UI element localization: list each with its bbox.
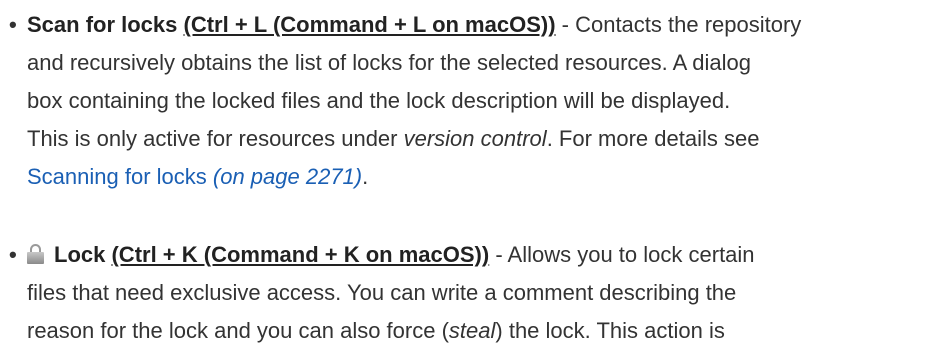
lock-icon [27,244,44,264]
text-line: Scan for locks (Ctrl + L (Command + L on… [27,6,922,44]
description-text: . [362,164,369,189]
bullet-icon: • [9,242,17,267]
emphasis-text: version control [403,126,547,151]
documentation-page: • Scan for locks (Ctrl + L (Command + L … [0,0,929,363]
command-name: Scan for locks [27,12,178,37]
list-item-lock: • Lock (Ctrl + K (Command + K on macOS))… [0,236,922,350]
description-text: ) the lock. This action is [495,318,725,343]
shortcut-text: (Ctrl + L (Command + L on macOS)) [183,12,556,37]
text-line: reason for the lock and you can also for… [27,312,922,350]
shortcut-text: (Ctrl + K (Command + K on macOS)) [111,242,490,267]
description-text: . For more details see [546,126,760,151]
text-line: files that need exclusive access. You ca… [27,280,737,305]
text-line: Lock (Ctrl + K (Command + K on macOS)) -… [27,236,922,274]
description-text: - Contacts the repository [555,12,802,37]
text-line: Scanning for locks (on page 2271). [27,158,922,196]
bullet-icon: • [9,12,17,37]
description-text: This is only active for resources under [27,126,404,151]
description-text: reason for the lock and you can also for… [27,318,449,343]
text-line: This is only active for resources under … [27,120,922,158]
link-label: Scanning for locks [27,164,207,189]
text-line: and recursively obtains the list of lock… [27,50,751,75]
scanning-for-locks-link[interactable]: Scanning for locks (on page 2271) [27,164,362,189]
list-item-scan-for-locks: • Scan for locks (Ctrl + L (Command + L … [0,6,922,196]
description-text: - Allows you to lock certain [489,242,755,267]
command-name: Lock [54,242,106,267]
text-line: box containing the locked files and the … [27,88,731,113]
page-reference: (on page 2271) [212,164,363,189]
emphasis-text: steal [448,318,496,343]
